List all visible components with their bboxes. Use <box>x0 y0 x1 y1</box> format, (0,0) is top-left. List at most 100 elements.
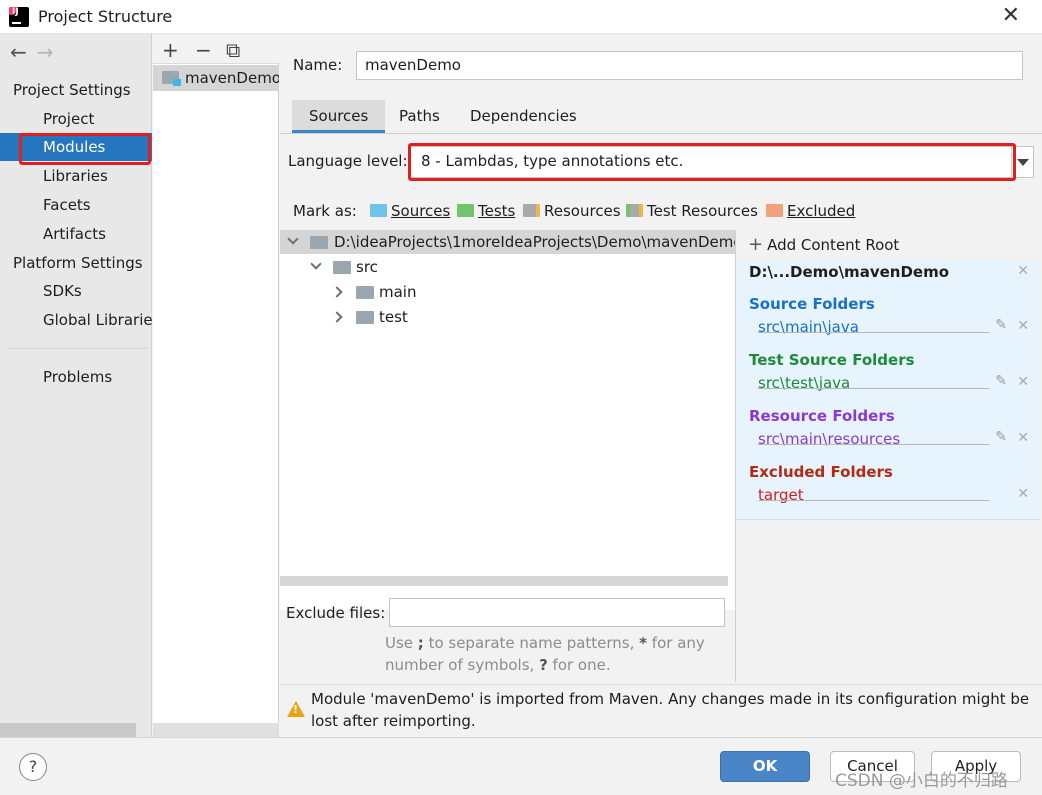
sidebar-scrollbar[interactable] <box>0 723 136 737</box>
warning-icon: ! <box>287 701 305 717</box>
tab-paths[interactable]: Paths <box>382 100 457 133</box>
tree-row-label: D:\ideaProjects\1moreIdeaProjects\Demo\m… <box>334 233 743 251</box>
remove-module-button[interactable]: − <box>195 38 212 62</box>
tree-row-label: src <box>356 258 378 276</box>
content-root-card: D:\...Demo\mavenDemo ✕ Source Folders sr… <box>736 260 1039 520</box>
mark-as-resources-label: Resources <box>544 202 621 220</box>
window-title: Project Structure <box>38 7 173 26</box>
sidebar-item-project[interactable]: Project <box>0 105 152 133</box>
mark-as-test-resources-label: Test Resources <box>647 202 758 220</box>
folder-icon <box>356 311 374 324</box>
test-folder-underline <box>758 388 990 389</box>
test-source-folders-title: Test Source Folders <box>749 351 915 369</box>
sidebar-item-libraries[interactable]: Libraries <box>0 162 152 190</box>
name-label: Name: <box>293 56 343 74</box>
mark-as-test-resources[interactable]: Test Resources <box>626 202 758 220</box>
folder-icon <box>310 236 328 249</box>
title-bar: IJ Project Structure ✕ <box>0 0 1042 34</box>
module-item-label: mavenDemo <box>185 69 279 87</box>
close-icon[interactable]: ✕ <box>1002 3 1020 28</box>
warning-text: Module 'mavenDemo' is imported from Mave… <box>311 690 1030 730</box>
exclude-files-label: Exclude files: <box>286 604 386 622</box>
chevron-right-icon[interactable] <box>331 311 343 323</box>
tree-horizontal-scrollbar[interactable] <box>280 576 728 586</box>
excluded-folder-path: target <box>758 486 804 504</box>
language-level-label: Language level: <box>288 152 408 170</box>
mark-as-sources-label: Sources <box>391 202 451 220</box>
mark-as-tests[interactable]: Tests <box>457 202 515 220</box>
remove-icon[interactable]: ✕ <box>1017 374 1029 390</box>
content-roots-panel: + Add Content Root D:\...Demo\mavenDemo ✕… <box>735 230 1042 682</box>
sidebar-item-modules[interactable]: Modules <box>0 133 152 161</box>
mark-as-resources[interactable]: Resources <box>523 202 621 220</box>
remove-root-icon[interactable]: ✕ <box>1017 263 1029 279</box>
tree-row-test[interactable]: test <box>280 305 735 329</box>
mark-as-sources[interactable]: Sources <box>370 202 450 220</box>
modules-toolbar: + − ⧉ <box>153 34 279 64</box>
excluded-folder-underline <box>758 500 990 501</box>
remove-icon[interactable]: ✕ <box>1017 318 1029 334</box>
chevron-down-icon[interactable] <box>310 258 322 270</box>
chevron-down-icon[interactable] <box>287 233 299 245</box>
mark-as-excluded[interactable]: Excluded <box>766 202 855 220</box>
edit-icon[interactable]: ✎ <box>995 373 1007 389</box>
resource-folders-title: Resource Folders <box>749 407 895 425</box>
sources-folder-icon <box>370 204 387 217</box>
excluded-folder-icon <box>766 204 783 217</box>
nav-arrows: ← → <box>10 40 54 64</box>
mark-as-excluded-label: Excluded <box>787 202 856 220</box>
copy-module-button[interactable]: ⧉ <box>226 38 240 62</box>
sidebar-item-facets[interactable]: Facets <box>0 191 152 219</box>
edit-icon[interactable]: ✎ <box>995 429 1007 445</box>
ok-button[interactable]: OK <box>720 751 810 782</box>
edit-icon[interactable]: ✎ <box>995 317 1007 333</box>
test-source-folder-path: src\test\java <box>758 374 851 392</box>
excluded-folders-title: Excluded Folders <box>749 463 893 481</box>
help-button[interactable]: ? <box>19 753 47 781</box>
source-tree: D:\ideaProjects\1moreIdeaProjects\Demo\m… <box>280 230 743 610</box>
source-folder-path: src\main\java <box>758 318 859 336</box>
tab-sources[interactable]: Sources <box>292 100 386 133</box>
test-resources-folder-icon <box>626 204 643 217</box>
exclude-files-input[interactable] <box>389 598 725 627</box>
exclude-files-hint: Use ; to separate name patterns, * for a… <box>385 634 705 674</box>
tabs-divider <box>280 133 1042 134</box>
back-arrow-icon[interactable]: ← <box>10 40 27 64</box>
forward-arrow-icon[interactable]: → <box>37 40 54 64</box>
content-root-path: D:\...Demo\mavenDemo <box>749 263 950 281</box>
module-item-mavendemo[interactable]: mavenDemo <box>153 65 279 91</box>
tree-row-src[interactable]: src <box>280 255 735 279</box>
module-name-input[interactable]: mavenDemo <box>356 51 1023 80</box>
modules-scrollbar[interactable] <box>153 723 279 737</box>
sidebar-divider <box>8 348 148 349</box>
module-folder-icon <box>162 71 181 86</box>
folder-icon <box>333 261 351 274</box>
add-module-button[interactable]: + <box>162 38 179 62</box>
chevron-down-icon[interactable] <box>1011 147 1033 177</box>
sidebar-item-problems[interactable]: Problems <box>0 363 152 391</box>
tree-row-root[interactable]: D:\ideaProjects\1moreIdeaProjects\Demo\m… <box>280 230 743 254</box>
group-platform-settings: Platform Settings <box>13 254 143 272</box>
source-folders-title: Source Folders <box>749 295 875 313</box>
remove-icon[interactable]: ✕ <box>1017 430 1029 446</box>
tree-row-main[interactable]: main <box>280 280 735 304</box>
add-content-root-button[interactable]: + Add Content Root <box>748 234 899 255</box>
tree-row-label: main <box>379 283 417 301</box>
add-content-root-label: Add Content Root <box>767 236 900 254</box>
module-settings-panel: Name: mavenDemo Sources Paths Dependenci… <box>280 34 1042 737</box>
mark-as-tests-label: Tests <box>478 202 516 220</box>
csdn-watermark: CSDN @小白的不归路 <box>835 771 1008 791</box>
resource-folder-underline <box>758 444 990 445</box>
settings-sidebar: ← → Project Settings Project Modules Libr… <box>0 34 152 737</box>
chevron-right-icon[interactable] <box>331 286 343 298</box>
language-level-dropdown[interactable]: 8 - Lambdas, type annotations etc. <box>410 146 1034 178</box>
tab-dependencies[interactable]: Dependencies <box>453 100 594 133</box>
folder-icon <box>356 286 374 299</box>
plus-icon: + <box>748 234 764 255</box>
sidebar-item-sdks[interactable]: SDKs <box>0 277 152 305</box>
sidebar-item-global-libraries[interactable]: Global Libraries <box>0 306 152 334</box>
tree-row-label: test <box>379 308 408 326</box>
sidebar-item-artifacts[interactable]: Artifacts <box>0 220 152 248</box>
tests-folder-icon <box>457 204 474 217</box>
remove-icon[interactable]: ✕ <box>1017 486 1029 502</box>
